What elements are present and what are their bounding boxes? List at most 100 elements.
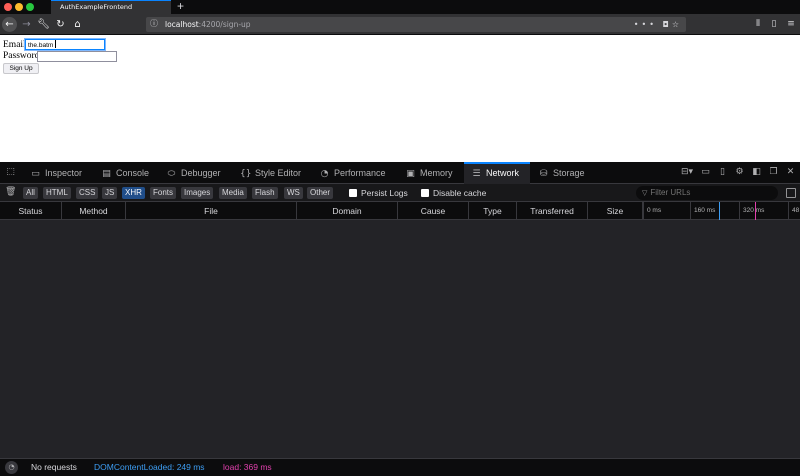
filter-flash[interactable]: Flash [252,187,278,199]
filter-media[interactable]: Media [219,187,247,199]
filter-all[interactable]: All [23,187,38,199]
url-actions: ••• ◘☆ [634,17,682,32]
reload-button[interactable]: ↻ [53,17,68,32]
column-status[interactable]: Status [0,202,62,220]
filter-images[interactable]: Images [181,187,214,199]
menu-button[interactable]: ≡ [784,17,798,32]
url-bar[interactable]: ⓘ localhost:4200/sign-up ••• ◘☆ [146,17,686,32]
filter-other[interactable]: Other [307,187,334,199]
close-devtools-button[interactable]: ✕ [784,166,797,179]
bookmark-star-icon[interactable]: ☆ [672,20,682,29]
checkbox-box [349,189,357,197]
inspector-icon: ▭ [31,169,40,179]
url-host: localhost [165,20,199,29]
filter-fonts[interactable]: Fonts [150,187,177,199]
request-list [0,220,800,458]
column-cause[interactable]: Cause [398,202,469,220]
network-status-bar: ◔ No requests DOMContentLoaded: 249 ms l… [0,458,800,476]
checkbox-box [421,189,429,197]
tab-debugger[interactable]: ⬭ Debugger [166,162,221,184]
memory-icon: ▣ [406,169,415,179]
tab-label: Debugger [181,168,221,178]
filter-xhr[interactable]: XHR [122,187,145,199]
dom-content-loaded-marker [719,202,720,220]
disable-cache-label: Disable cache [433,188,487,198]
close-window-button[interactable] [4,3,12,11]
email-field[interactable]: the.batm [25,39,105,50]
sign-up-button[interactable]: Sign Up [3,63,39,74]
braces-icon: {} [240,169,252,179]
request-count: No requests [31,462,77,472]
navigation-bar: ← → 🔧︎ ↻ ⌂ ⓘ localhost:4200/sign-up ••• … [0,14,800,35]
maximize-window-button[interactable] [26,3,34,11]
close-icon: ✕ [786,167,795,177]
browser-tab[interactable]: AuthExampleFrontend [51,0,171,14]
sidebar-button[interactable]: ▯ [767,17,781,32]
tab-network[interactable]: ☰ Network [464,162,530,184]
column-transferred[interactable]: Transferred [517,202,588,220]
persist-logs-checkbox[interactable]: Persist Logs [349,188,408,198]
element-picker-icon: ⬚ [6,167,15,177]
network-icon: ☰ [472,169,481,179]
new-tab-button[interactable]: + [177,0,184,13]
dock-icon: ◧ [752,167,761,177]
filter-js[interactable]: JS [102,187,118,199]
split-layout-button[interactable]: ⊟▾ [678,166,696,179]
filter-html[interactable]: HTML [43,187,71,199]
column-file[interactable]: File [126,202,297,220]
settings-button[interactable]: ⚙ [733,166,746,179]
undock-icon: ❐ [769,167,778,177]
column-method[interactable]: Method [62,202,126,220]
performance-analysis-icon[interactable]: ◔ [5,461,18,474]
forward-button[interactable]: → [19,17,34,32]
disable-cache-checkbox[interactable]: Disable cache [421,188,486,198]
back-button[interactable]: ← [2,17,17,32]
tab-inspector[interactable]: ▭ Inspector [30,162,82,184]
home-button[interactable]: ⌂ [70,17,85,32]
pocket-icon[interactable]: ◘ [663,20,672,29]
responsive-mode-button[interactable]: ▭ [699,166,712,179]
undock-button[interactable]: ❐ [767,166,780,179]
minimize-window-button[interactable] [15,3,23,11]
tab-label: Inspector [45,168,83,178]
page-actions-icon[interactable]: ••• [634,20,657,29]
persist-logs-label: Persist Logs [361,188,408,198]
phone-icon: ▯ [720,167,725,177]
devtools-tab-bar: ⬚ ▭ Inspector ▤ Console ⬭ Debugger {} Style … [0,162,800,184]
password-label: Password [3,51,40,61]
email-label: Email [3,40,26,50]
tab-memory[interactable]: ▣ Memory [405,162,452,184]
column-size[interactable]: Size [588,202,643,220]
column-type[interactable]: Type [469,202,517,220]
password-field[interactable] [37,51,117,62]
element-picker-button[interactable]: ⬚ [4,166,17,179]
column-domain[interactable]: Domain [297,202,398,220]
tab-title: AuthExampleFrontend [60,3,133,11]
sidebar-icon: ▯ [771,19,777,29]
responsive-icon: ▭ [701,167,710,177]
tools-button[interactable]: 🔧︎ [36,17,51,32]
performance-icon: ◔ [320,169,329,179]
device-button[interactable]: ▯ [716,166,729,179]
dock-side-button[interactable]: ◧ [750,166,763,179]
waterfall-tick: 160 ms [690,202,715,220]
filter-ws[interactable]: WS [284,187,303,199]
waterfall-tick: 48 [788,202,799,220]
clear-icon[interactable]: 🗑︎ [5,187,16,197]
tab-performance[interactable]: ◔ Performance [319,162,386,184]
tab-console[interactable]: ▤ Console [101,162,149,184]
console-icon: ▤ [102,169,111,179]
load-time: load: 369 ms [223,462,272,472]
library-button[interactable]: ⫴ [751,17,765,32]
devtools-panel: ⬚ ▭ Inspector ▤ Console ⬭ Debugger {} Style … [0,162,800,476]
tab-label: Performance [334,168,386,178]
hamburger-menu-icon: ≡ [787,19,795,29]
info-icon[interactable]: ⓘ [150,18,158,29]
tab-style-editor[interactable]: {} Style Editor [240,162,301,184]
filter-urls-input[interactable]: ▽ Filter URLs [636,186,778,200]
filter-css[interactable]: CSS [76,187,99,199]
filter-placeholder: Filter URLs [650,188,691,197]
toggle-sidebar-icon[interactable] [786,188,796,198]
tab-label: Storage [553,168,585,178]
tab-storage[interactable]: ⛁ Storage [538,162,585,184]
